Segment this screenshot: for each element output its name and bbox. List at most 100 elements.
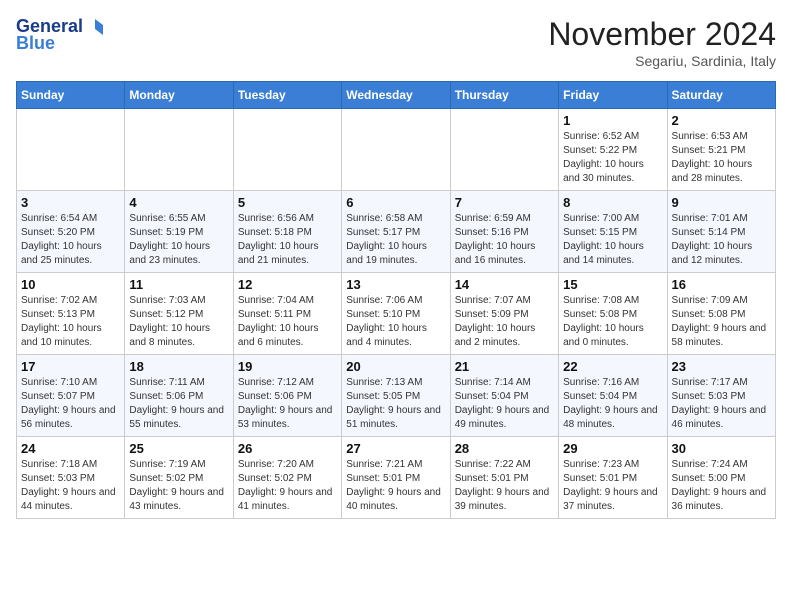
day-number: 15 [563,277,662,292]
day-number: 13 [346,277,445,292]
day-info: Sunrise: 7:10 AM Sunset: 5:07 PM Dayligh… [21,376,120,432]
calendar-cell [125,109,233,191]
calendar-cell: 8 Sunrise: 7:00 AM Sunset: 5:15 PM Daylig… [559,191,667,273]
day-number: 30 [672,441,771,456]
calendar-cell [17,109,125,191]
calendar-cell: 25 Sunrise: 7:19 AM Sunset: 5:02 PM Dayli… [125,437,233,519]
calendar-cell: 21 Sunrise: 7:14 AM Sunset: 5:04 PM Dayli… [450,355,558,437]
day-number: 3 [21,195,120,210]
day-number: 10 [21,277,120,292]
day-info: Sunrise: 7:19 AM Sunset: 5:02 PM Dayligh… [129,458,228,514]
day-number: 19 [238,359,337,374]
day-info: Sunrise: 7:03 AM Sunset: 5:12 PM Dayligh… [129,294,228,350]
day-number: 17 [21,359,120,374]
day-number: 18 [129,359,228,374]
calendar-cell: 26Sunrise: 7:20 AM Sunset: 5:02 PM Dayli… [233,437,341,519]
calendar-week-5: 24Sunrise: 7:18 AM Sunset: 5:03 PM Dayli… [17,437,776,519]
day-number: 22 [563,359,662,374]
day-info: Sunrise: 7:07 AM Sunset: 5:09 PM Dayligh… [455,294,554,350]
calendar-cell: 11 Sunrise: 7:03 AM Sunset: 5:12 PM Dayli… [125,273,233,355]
title-block: November 2024 Segariu, Sardinia, Italy [548,16,776,69]
day-info: Sunrise: 6:52 AM Sunset: 5:22 PM Dayligh… [563,130,662,186]
day-info: Sunrise: 7:11 AM Sunset: 5:06 PM Dayligh… [129,376,228,432]
day-number: 29 [563,441,662,456]
day-info: Sunrise: 7:18 AM Sunset: 5:03 PM Dayligh… [21,458,120,514]
location-subtitle: Segariu, Sardinia, Italy [548,53,776,69]
day-info: Sunrise: 7:04 AM Sunset: 5:11 PM Dayligh… [238,294,337,350]
day-info: Sunrise: 7:13 AM Sunset: 5:05 PM Dayligh… [346,376,445,432]
weekday-header-sunday: Sunday [17,82,125,109]
calendar-header: SundayMondayTuesdayWednesdayThursdayFrid… [17,82,776,109]
calendar-cell: 22Sunrise: 7:16 AM Sunset: 5:04 PM Dayli… [559,355,667,437]
day-info: Sunrise: 7:00 AM Sunset: 5:15 PM Dayligh… [563,212,662,268]
calendar-cell: 14Sunrise: 7:07 AM Sunset: 5:09 PM Dayli… [450,273,558,355]
day-number: 25 [129,441,228,456]
day-info: Sunrise: 7:02 AM Sunset: 5:13 PM Dayligh… [21,294,120,350]
day-number: 5 [238,195,337,210]
weekday-header-thursday: Thursday [450,82,558,109]
day-info: Sunrise: 6:59 AM Sunset: 5:16 PM Dayligh… [455,212,554,268]
calendar-cell: 6 Sunrise: 6:58 AM Sunset: 5:17 PM Daylig… [342,191,450,273]
day-number: 28 [455,441,554,456]
calendar-cell [342,109,450,191]
calendar-cell: 4 Sunrise: 6:55 AM Sunset: 5:19 PM Daylig… [125,191,233,273]
day-info: Sunrise: 7:23 AM Sunset: 5:01 PM Dayligh… [563,458,662,514]
calendar-table: SundayMondayTuesdayWednesdayThursdayFrid… [16,81,776,519]
calendar-cell: 30 Sunrise: 7:24 AM Sunset: 5:00 PM Dayli… [667,437,775,519]
calendar-cell: 17 Sunrise: 7:10 AM Sunset: 5:07 PM Dayli… [17,355,125,437]
calendar-cell [233,109,341,191]
calendar-cell: 5 Sunrise: 6:56 AM Sunset: 5:18 PM Daylig… [233,191,341,273]
day-info: Sunrise: 7:01 AM Sunset: 5:14 PM Dayligh… [672,212,771,268]
weekday-header-wednesday: Wednesday [342,82,450,109]
day-info: Sunrise: 6:53 AM Sunset: 5:21 PM Dayligh… [672,130,771,186]
day-info: Sunrise: 7:21 AM Sunset: 5:01 PM Dayligh… [346,458,445,514]
calendar-week-2: 3 Sunrise: 6:54 AM Sunset: 5:20 PM Daylig… [17,191,776,273]
day-number: 21 [455,359,554,374]
day-info: Sunrise: 7:06 AM Sunset: 5:10 PM Dayligh… [346,294,445,350]
day-info: Sunrise: 6:56 AM Sunset: 5:18 PM Dayligh… [238,212,337,268]
calendar-cell: 15 Sunrise: 7:08 AM Sunset: 5:08 PM Dayli… [559,273,667,355]
day-info: Sunrise: 7:22 AM Sunset: 5:01 PM Dayligh… [455,458,554,514]
calendar-week-4: 17 Sunrise: 7:10 AM Sunset: 5:07 PM Dayli… [17,355,776,437]
calendar-cell: 27 Sunrise: 7:21 AM Sunset: 5:01 PM Dayli… [342,437,450,519]
calendar-cell: 28 Sunrise: 7:22 AM Sunset: 5:01 PM Dayli… [450,437,558,519]
day-number: 9 [672,195,771,210]
calendar-cell: 7 Sunrise: 6:59 AM Sunset: 5:16 PM Daylig… [450,191,558,273]
weekday-header-tuesday: Tuesday [233,82,341,109]
calendar-cell: 10 Sunrise: 7:02 AM Sunset: 5:13 PM Dayli… [17,273,125,355]
day-info: Sunrise: 7:09 AM Sunset: 5:08 PM Dayligh… [672,294,771,350]
day-info: Sunrise: 6:54 AM Sunset: 5:20 PM Dayligh… [21,212,120,268]
day-info: Sunrise: 6:58 AM Sunset: 5:17 PM Dayligh… [346,212,445,268]
calendar-body: 1 Sunrise: 6:52 AM Sunset: 5:22 PM Daylig… [17,109,776,519]
calendar-cell: 16 Sunrise: 7:09 AM Sunset: 5:08 PM Dayli… [667,273,775,355]
day-number: 11 [129,277,228,292]
day-info: Sunrise: 7:12 AM Sunset: 5:06 PM Dayligh… [238,376,337,432]
day-number: 4 [129,195,228,210]
day-info: Sunrise: 6:55 AM Sunset: 5:19 PM Dayligh… [129,212,228,268]
calendar-cell: 2Sunrise: 6:53 AM Sunset: 5:21 PM Daylig… [667,109,775,191]
weekday-header-monday: Monday [125,82,233,109]
calendar-cell: 9 Sunrise: 7:01 AM Sunset: 5:14 PM Daylig… [667,191,775,273]
logo-blue: Blue [16,33,103,54]
weekday-header-row: SundayMondayTuesdayWednesdayThursdayFrid… [17,82,776,109]
weekday-header-friday: Friday [559,82,667,109]
day-number: 1 [563,113,662,128]
calendar-cell: 29 Sunrise: 7:23 AM Sunset: 5:01 PM Dayli… [559,437,667,519]
day-number: 20 [346,359,445,374]
day-number: 16 [672,277,771,292]
day-info: Sunrise: 7:14 AM Sunset: 5:04 PM Dayligh… [455,376,554,432]
day-number: 6 [346,195,445,210]
calendar-cell: 19 Sunrise: 7:12 AM Sunset: 5:06 PM Dayli… [233,355,341,437]
day-info: Sunrise: 7:24 AM Sunset: 5:00 PM Dayligh… [672,458,771,514]
calendar-week-1: 1 Sunrise: 6:52 AM Sunset: 5:22 PM Daylig… [17,109,776,191]
calendar-cell [450,109,558,191]
day-number: 8 [563,195,662,210]
calendar-cell: 24Sunrise: 7:18 AM Sunset: 5:03 PM Dayli… [17,437,125,519]
logo: General Blue [16,16,103,54]
day-info: Sunrise: 7:17 AM Sunset: 5:03 PM Dayligh… [672,376,771,432]
calendar-week-3: 10 Sunrise: 7:02 AM Sunset: 5:13 PM Dayli… [17,273,776,355]
day-number: 27 [346,441,445,456]
day-number: 7 [455,195,554,210]
calendar-cell: 23Sunrise: 7:17 AM Sunset: 5:03 PM Dayli… [667,355,775,437]
day-info: Sunrise: 7:08 AM Sunset: 5:08 PM Dayligh… [563,294,662,350]
